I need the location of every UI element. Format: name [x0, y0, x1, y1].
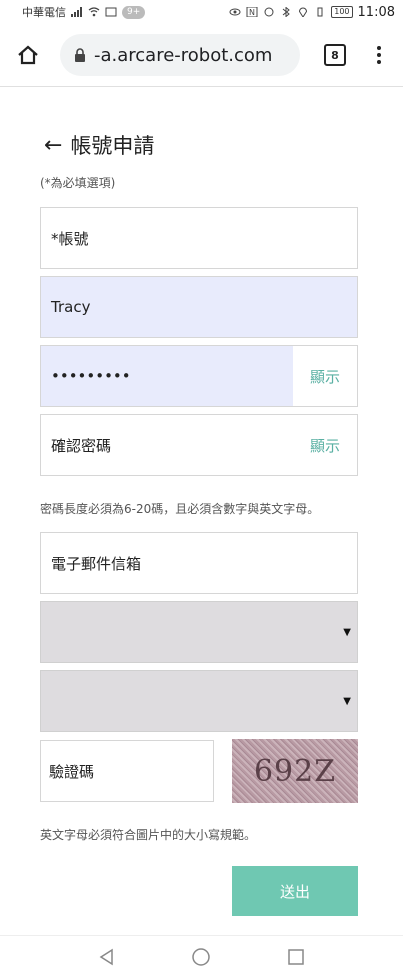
clock: 11:08 [357, 4, 395, 20]
overflow-menu-button[interactable] [359, 31, 399, 79]
address-bar[interactable]: -a.arcare-robot.com [60, 34, 300, 76]
carrier-label: 中華電信 [22, 6, 66, 19]
account-input[interactable]: *帳號 [40, 207, 358, 269]
svg-text:N: N [249, 8, 255, 17]
dropdown-arrow-icon: ▼ [343, 695, 351, 707]
captcha-input[interactable]: 驗證碼 [40, 740, 214, 802]
browser-toolbar: -a.arcare-robot.com 8 [0, 24, 403, 87]
required-note: (*為必填選項) [40, 176, 116, 190]
wifi-icon [88, 7, 100, 17]
url-text: -a.arcare-robot.com [94, 44, 273, 66]
select-dropdown-2[interactable]: ▼ [40, 670, 358, 732]
battery-indicator: 100 [331, 6, 353, 18]
home-icon [18, 45, 38, 65]
more-vert-icon [377, 46, 381, 64]
captcha-text: 692Z [253, 753, 337, 789]
password-input[interactable]: ••••••••• 顯示 [40, 345, 358, 407]
status-bar: 中華電信 9+ N 100 11:08 [0, 0, 403, 24]
show-password-button[interactable]: 顯示 [293, 346, 357, 406]
confirm-password-input[interactable]: 確認密碼 顯示 [40, 414, 358, 476]
bluetooth-icon [282, 7, 291, 17]
signal-icon [71, 7, 82, 17]
page-header: ← 帳號申請 [44, 130, 154, 160]
nfc-icon: N [246, 7, 258, 17]
password-hint: 密碼長度必須為6-20碼，且必須含數字與英文字母。 [40, 502, 320, 516]
notification-badge: 9+ [122, 5, 146, 19]
submit-button[interactable]: 送出 [232, 866, 358, 916]
name-input[interactable]: Tracy [40, 276, 358, 338]
system-nav-bar [0, 935, 403, 977]
name-value: Tracy [51, 298, 91, 316]
eye-icon [229, 8, 241, 16]
tab-switcher-button[interactable]: 8 [315, 31, 355, 79]
select-dropdown-1[interactable]: ▼ [40, 601, 358, 663]
home-button[interactable] [4, 31, 52, 79]
lock-icon [75, 47, 85, 62]
password-value: ••••••••• [41, 346, 293, 406]
tab-count: 8 [324, 44, 346, 66]
email-placeholder: 電子郵件信箱 [51, 554, 142, 573]
nav-home-icon[interactable] [191, 947, 211, 967]
captcha-image[interactable]: 692Z [232, 739, 358, 803]
screenshot-icon [105, 7, 117, 17]
account-placeholder: *帳號 [51, 229, 89, 248]
nav-recents-icon[interactable] [286, 947, 306, 967]
nav-back-icon[interactable] [97, 947, 117, 967]
confirm-password-placeholder: 確認密碼 [51, 436, 112, 455]
vibrate-icon [317, 7, 323, 17]
back-arrow-icon[interactable]: ← [44, 133, 62, 158]
page-title: 帳號申請 [70, 134, 155, 158]
email-input[interactable]: 電子郵件信箱 [40, 532, 358, 594]
captcha-placeholder: 驗證碼 [49, 762, 95, 781]
alarm-icon [264, 7, 274, 17]
location-icon [299, 7, 308, 17]
dropdown-arrow-icon: ▼ [343, 626, 351, 638]
captcha-hint: 英文字母必須符合圖片中的大小寫規範。 [40, 828, 257, 842]
show-confirm-password-button[interactable]: 顯示 [293, 415, 357, 475]
